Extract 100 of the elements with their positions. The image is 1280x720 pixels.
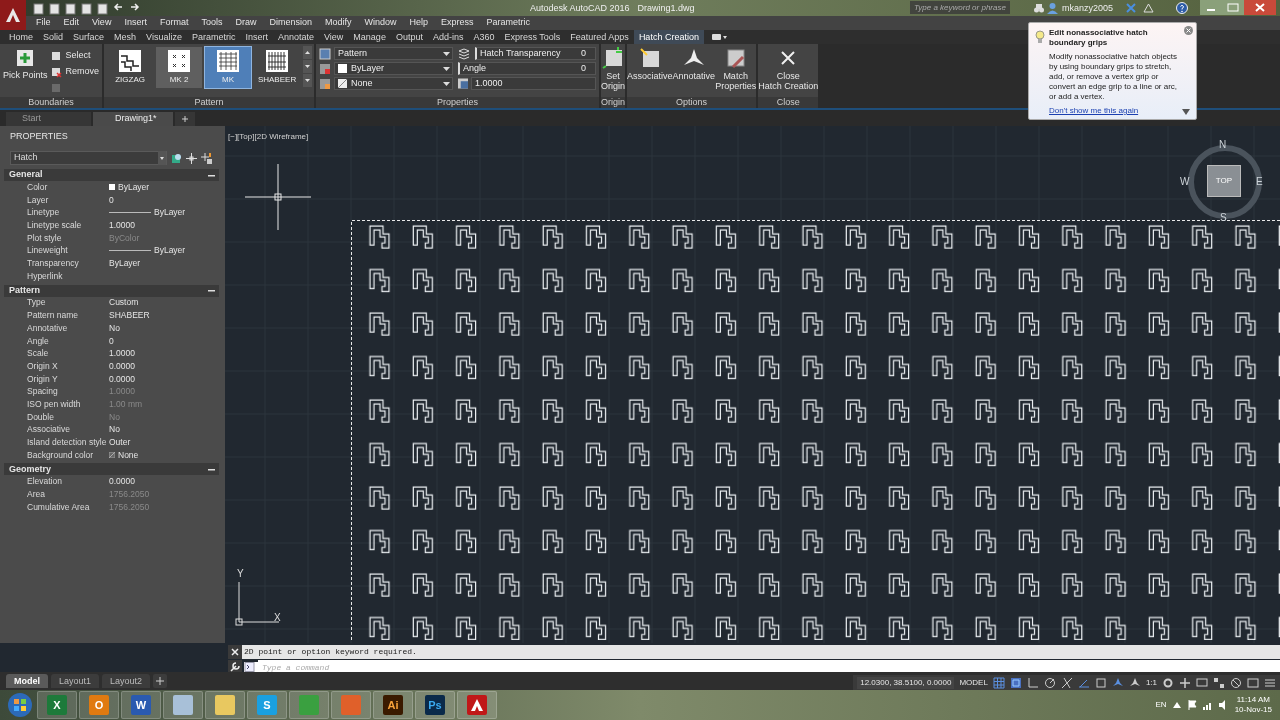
- ribbon-tab[interactable]: Insert: [240, 30, 273, 44]
- toggle-pickadd-icon[interactable]: [171, 152, 182, 164]
- pick-points-button[interactable]: Pick Points: [3, 49, 48, 80]
- dropdown-field[interactable]: None: [334, 77, 454, 90]
- viewport-controls[interactable]: [−][Top][2D Wireframe]: [228, 131, 309, 143]
- clock-date[interactable]: 10-Nov-15: [1234, 705, 1272, 715]
- scroll-up-icon[interactable]: [303, 46, 313, 59]
- ribbon-tab[interactable]: Surface: [68, 30, 110, 44]
- ribbon-tab[interactable]: Visualize: [141, 30, 187, 44]
- close-icon[interactable]: [1244, 0, 1276, 15]
- menu-item[interactable]: Modify: [325, 16, 352, 30]
- help-icon[interactable]: [1176, 2, 1188, 14]
- scale-spinner-field[interactable]: 1.0000: [471, 77, 597, 90]
- section-header[interactable]: General: [4, 169, 219, 181]
- grid-icon[interactable]: [992, 676, 1005, 689]
- panel-title[interactable]: Origin: [601, 95, 626, 110]
- triangle-icon[interactable]: [1143, 3, 1154, 13]
- ribbon-button[interactable]: Annotative: [672, 47, 716, 97]
- property-value[interactable]: 0: [109, 193, 114, 207]
- annotation-scale-button[interactable]: 1:1: [1145, 676, 1157, 689]
- menu-item[interactable]: Tools: [201, 16, 223, 30]
- property-value[interactable]: SHABEER: [109, 309, 150, 322]
- clock-time[interactable]: 11:14 AM: [1236, 695, 1270, 705]
- new-tab-icon[interactable]: [175, 112, 195, 126]
- section-header[interactable]: Geometry: [4, 463, 219, 476]
- menu-item[interactable]: Insert: [124, 16, 147, 30]
- property-value[interactable]: No: [109, 423, 120, 437]
- ortho-icon[interactable]: [1026, 676, 1039, 689]
- model-space-button[interactable]: MODEL: [959, 676, 988, 689]
- flag-icon[interactable]: [1186, 700, 1197, 710]
- property-value[interactable]: Custom: [109, 296, 139, 310]
- search-field[interactable]: Type a keyword or phrase: [910, 1, 1010, 14]
- taskbar-app-button[interactable]: Ai: [373, 691, 413, 719]
- menu-item[interactable]: Dimension: [269, 16, 312, 30]
- property-value[interactable]: 0.0000: [109, 475, 135, 489]
- menu-icon[interactable]: [1264, 676, 1276, 689]
- ribbon-tab[interactable]: Home: [4, 30, 38, 44]
- language-indicator[interactable]: EN: [1155, 699, 1167, 711]
- menu-item[interactable]: Edit: [63, 16, 80, 30]
- fullscreen-icon[interactable]: [1247, 676, 1259, 689]
- ribbon-tab[interactable]: Output: [390, 30, 428, 44]
- menu-item[interactable]: Window: [364, 16, 397, 30]
- quick-select-icon[interactable]: [201, 152, 212, 164]
- lineweight-icon[interactable]: [1094, 676, 1107, 689]
- slider-field[interactable]: Angle 0: [458, 62, 597, 75]
- new-layout-icon[interactable]: [153, 674, 168, 688]
- slider-field[interactable]: Hatch Transparency 0: [475, 47, 597, 60]
- monitor-icon[interactable]: [1196, 676, 1208, 689]
- application-button[interactable]: [0, 0, 26, 30]
- ribbon-button[interactable]: Associative: [627, 47, 673, 97]
- ribbon-tab[interactable]: A360: [468, 30, 500, 44]
- isometric-icon[interactable]: [1060, 676, 1073, 689]
- prompt-icon[interactable]: [244, 662, 258, 672]
- select-objects-icon[interactable]: [186, 152, 197, 164]
- taskbar-app-button[interactable]: [205, 691, 245, 719]
- menu-item[interactable]: Format: [159, 16, 189, 30]
- panel-title[interactable]: Pattern: [194, 95, 224, 110]
- property-value[interactable]: Outer: [109, 436, 131, 449]
- dont-show-again-link[interactable]: Don't show me this again: [1049, 105, 1186, 117]
- polar-icon[interactable]: [1043, 676, 1056, 689]
- dropdown-field[interactable]: ByLayer: [334, 62, 454, 75]
- expand-gallery-icon[interactable]: [303, 74, 313, 87]
- menu-item[interactable]: File: [36, 16, 51, 30]
- ribbon-tab[interactable]: Featured Apps: [565, 30, 634, 44]
- properties-icon[interactable]: [1213, 676, 1225, 689]
- property-value[interactable]: ByLayer: [109, 206, 186, 220]
- property-value[interactable]: 1.0000: [109, 347, 135, 360]
- snap-icon[interactable]: [1009, 676, 1022, 689]
- binoculars-icon[interactable]: [1033, 2, 1045, 14]
- layout-tab[interactable]: Model: [6, 674, 48, 688]
- taskbar-app-button[interactable]: X: [37, 691, 77, 719]
- pattern-swatch[interactable]: MK 2: [155, 46, 204, 89]
- layout-tab[interactable]: Layout2: [102, 674, 151, 688]
- menu-item[interactable]: Express: [441, 16, 474, 30]
- menu-item[interactable]: View: [92, 16, 112, 30]
- section-header[interactable]: Pattern: [4, 284, 219, 297]
- property-value[interactable]: ByLayer: [109, 244, 186, 258]
- document-tab[interactable]: Drawing1*: [93, 112, 173, 126]
- property-value[interactable]: 0: [109, 334, 114, 348]
- ribbon-tab[interactable]: Express Tools: [499, 30, 566, 44]
- dropdown-field[interactable]: Pattern: [334, 47, 454, 60]
- video-icon[interactable]: [711, 33, 728, 41]
- show-hidden-icons-icon[interactable]: [1172, 702, 1181, 708]
- signal-icon[interactable]: [1202, 700, 1213, 710]
- ribbon-button[interactable]: Set Origin: [601, 47, 626, 97]
- taskbar-app-button[interactable]: Ps: [415, 691, 455, 719]
- close-icon[interactable]: [228, 645, 242, 659]
- taskbar-app-button[interactable]: [163, 691, 203, 719]
- user-name[interactable]: mkanzy2005: [1062, 2, 1114, 16]
- minimize-icon[interactable]: [1200, 0, 1222, 15]
- property-value[interactable]: ByLayer: [109, 257, 141, 270]
- object-type-dropdown[interactable]: Hatch: [10, 151, 167, 165]
- ribbon-tab[interactable]: Annotate: [272, 30, 319, 44]
- property-value[interactable]: No: [109, 321, 120, 335]
- boundary-tool-button[interactable]: Remove: [50, 65, 100, 79]
- property-value[interactable]: 1.0000: [109, 219, 135, 232]
- menu-item[interactable]: Parametric: [486, 16, 531, 30]
- property-value[interactable]: ByLayer: [109, 180, 150, 194]
- document-tab[interactable]: Start: [6, 112, 91, 126]
- ribbon-tab[interactable]: View: [319, 30, 349, 44]
